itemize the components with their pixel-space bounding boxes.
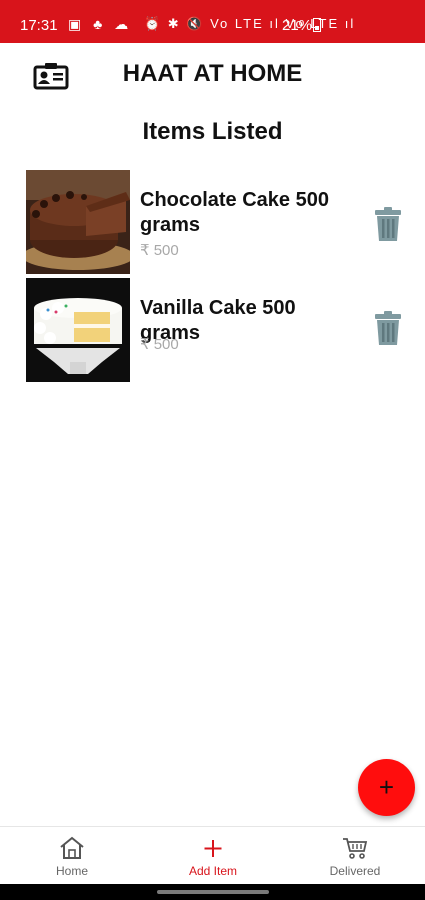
plus-icon: + <box>378 771 395 802</box>
bottom-nav: Home Add Item Delivered <box>0 826 425 885</box>
battery-percent: 21% <box>282 17 313 34</box>
battery-icon <box>313 18 321 32</box>
status-bar: 17:31 ▣ ♣ ☁ ⏰ ✱ 🔇 Vo LTE ıl Vo LTE ıl 21… <box>0 0 425 43</box>
nav-label-home: Home <box>55 864 88 878</box>
nav-item-delivered[interactable]: Delivered <box>285 827 425 885</box>
item-image-chocolate-cake <box>26 170 130 274</box>
app-header: HAAT AT HOME <box>0 43 425 103</box>
item-price: ₹ 500 <box>140 242 179 259</box>
list-item[interactable]: Chocolate Cake 500 grams ₹ 500 <box>0 168 425 274</box>
add-item-fab[interactable]: + <box>358 759 415 816</box>
list-item[interactable]: Vanilla Cake 500 grams ₹ 500 <box>0 276 425 382</box>
plus-icon <box>201 836 225 865</box>
item-price: ₹ 500 <box>140 336 179 353</box>
home-gesture-handle[interactable] <box>157 890 269 894</box>
nav-label-delivered: Delivered <box>329 864 381 878</box>
trash-icon[interactable] <box>372 311 404 347</box>
nav-item-add-item[interactable]: Add Item <box>143 827 283 885</box>
notification-icons: ▣ ♣ ☁ <box>68 16 133 32</box>
item-name: Chocolate Cake 500 grams <box>140 189 329 236</box>
app-title: HAAT AT HOME <box>122 60 303 87</box>
status-time: 17:31 <box>20 17 58 34</box>
trash-icon[interactable] <box>372 207 404 243</box>
item-image-vanilla-cake <box>26 278 130 382</box>
gesture-bar <box>0 884 425 900</box>
nav-label-add-item: Add Item <box>188 864 238 878</box>
home-icon <box>59 836 85 865</box>
cart-icon <box>342 836 368 865</box>
section-title: Items Listed <box>142 118 283 145</box>
system-icons: ⏰ ✱ 🔇 Vo LTE ıl Vo LTE ıl <box>144 16 356 31</box>
nav-item-home[interactable]: Home <box>2 827 142 885</box>
